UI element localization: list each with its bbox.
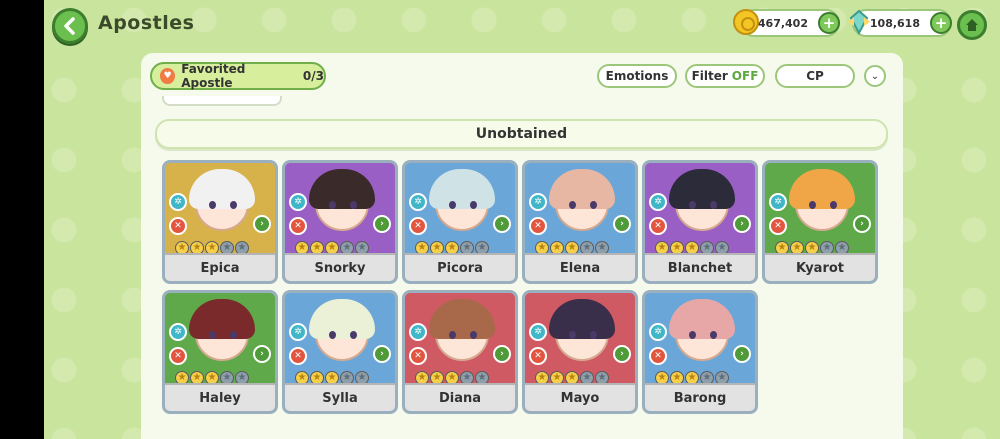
apostle-name: Epica (165, 253, 275, 281)
portrait-eyes (569, 201, 597, 209)
favorite-label: Favorited Apostle (181, 62, 246, 90)
apostle-name: Haley (165, 383, 275, 411)
filter-label: Filter (691, 69, 728, 83)
cp-label: CP (806, 69, 824, 83)
position-icon: › (733, 345, 751, 363)
apostle-card[interactable]: ✲ ✕ › ★ ★ ★ ★ ★ Elena (522, 160, 638, 284)
add-gems-button[interactable]: + (930, 12, 952, 34)
position-icon: › (493, 215, 511, 233)
portrait-eyes (209, 331, 237, 339)
section-header-unobtained: Unobtained (155, 119, 888, 149)
portrait-eyes (449, 201, 477, 209)
element-icon: ✲ (649, 193, 667, 211)
position-icon: › (253, 345, 271, 363)
portrait-eyes (809, 201, 837, 209)
position-icon: › (373, 215, 391, 233)
portrait-eyes (449, 331, 477, 339)
filter-state: OFF (731, 69, 759, 83)
apostle-card[interactable]: ✲ ✕ › ★ ★ ★ ★ ★ Kyarot (762, 160, 878, 284)
element-icon: ✲ (649, 323, 667, 341)
position-icon: › (733, 215, 751, 233)
class-icon: ✕ (409, 347, 427, 365)
class-icon: ✕ (169, 347, 187, 365)
class-icon: ✕ (409, 217, 427, 235)
apostle-card[interactable]: ✲ ✕ › ★ ★ ★ ★ ★ Blanchet (642, 160, 758, 284)
favorited-apostle-button[interactable]: ♥ Favorited Apostle 0/3 (150, 62, 326, 90)
emotions-button[interactable]: Emotions (597, 64, 677, 88)
page-title: Apostles (98, 12, 195, 34)
element-icon: ✲ (169, 193, 187, 211)
class-icon: ✕ (649, 217, 667, 235)
add-gold-button[interactable]: + (818, 12, 840, 34)
apostle-name: Elena (525, 253, 635, 281)
class-icon: ✕ (529, 347, 547, 365)
sort-order-toggle[interactable]: ⌄ (864, 65, 886, 87)
element-icon: ✲ (529, 193, 547, 211)
gem-amount: 108,618 (869, 16, 920, 30)
portrait-eyes (209, 201, 237, 209)
coin-icon (733, 9, 759, 35)
element-icon: ✲ (289, 323, 307, 341)
apostle-name: Picora (405, 253, 515, 281)
apostle-name: Blanchet (645, 253, 755, 281)
portrait-eyes (569, 331, 597, 339)
heart-icon: ♥ (160, 68, 176, 84)
section-title: Unobtained (475, 126, 568, 142)
sort-cp-button[interactable]: CP (775, 64, 855, 88)
class-icon: ✕ (289, 217, 307, 235)
favorite-count: 0/3 (302, 69, 324, 83)
portrait-eyes (329, 201, 357, 209)
element-icon: ✲ (289, 193, 307, 211)
double-chevron-down-icon: ⌄ (870, 70, 880, 82)
apostle-name: Snorky (285, 253, 395, 281)
apostle-name: Barong (645, 383, 755, 411)
apostle-name: Diana (405, 383, 515, 411)
class-icon: ✕ (169, 217, 187, 235)
class-icon: ✕ (649, 347, 667, 365)
element-icon: ✲ (529, 323, 547, 341)
position-icon: › (493, 345, 511, 363)
previous-section-edge (162, 96, 282, 106)
apostle-name: Sylla (285, 383, 395, 411)
apostle-card[interactable]: ✲ ✕ › ★ ★ ★ ★ ★ Mayo (522, 290, 638, 414)
filter-button[interactable]: Filter OFF (685, 64, 765, 88)
portrait-eyes (329, 331, 357, 339)
element-icon: ✲ (169, 323, 187, 341)
crystal-icon (848, 9, 870, 36)
home-button[interactable] (957, 10, 987, 40)
apostle-card[interactable]: ✲ ✕ › ★ ★ ★ ★ ★ Haley (162, 290, 278, 414)
apostle-card[interactable]: ✲ ✕ › ★ ★ ★ ★ ★ Barong (642, 290, 758, 414)
element-icon: ✲ (769, 193, 787, 211)
apostle-card[interactable]: ✲ ✕ › ★ ★ ★ ★ ★ Picora (402, 160, 518, 284)
class-icon: ✕ (529, 217, 547, 235)
element-icon: ✲ (409, 193, 427, 211)
class-icon: ✕ (289, 347, 307, 365)
screen-left-edge (0, 0, 44, 439)
portrait-eyes (689, 201, 717, 209)
apostle-name: Kyarot (765, 253, 875, 281)
apostle-card[interactable]: ✲ ✕ › ★ ★ ★ ★ ★ Diana (402, 290, 518, 414)
position-icon: › (373, 345, 391, 363)
portrait-eyes (689, 331, 717, 339)
apostle-card[interactable]: ✲ ✕ › ★ ★ ★ ★ ★ Epica (162, 160, 278, 284)
chevron-left-icon (64, 17, 75, 35)
emotions-label: Emotions (605, 69, 669, 83)
apostle-card[interactable]: ✲ ✕ › ★ ★ ★ ★ ★ Sylla (282, 290, 398, 414)
position-icon: › (253, 215, 271, 233)
position-icon: › (613, 345, 631, 363)
apostle-card[interactable]: ✲ ✕ › ★ ★ ★ ★ ★ Snorky (282, 160, 398, 284)
element-icon: ✲ (409, 323, 427, 341)
apostle-name: Mayo (525, 383, 635, 411)
position-icon: › (853, 215, 871, 233)
position-icon: › (613, 215, 631, 233)
home-icon (966, 19, 978, 31)
class-icon: ✕ (769, 217, 787, 235)
back-button[interactable] (52, 8, 88, 44)
